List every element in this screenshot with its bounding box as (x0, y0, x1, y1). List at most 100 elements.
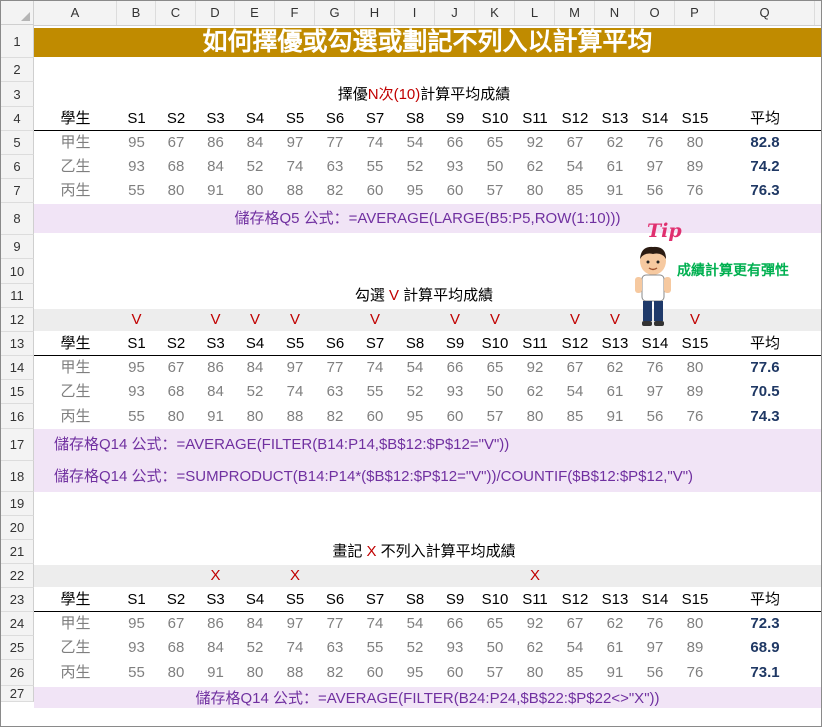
row-header-12[interactable]: 12 (1, 308, 34, 332)
table-header-cell[interactable]: S9 (435, 332, 475, 356)
table-header-cell[interactable]: S5 (275, 107, 315, 131)
score-cell[interactable]: 63 (315, 380, 355, 404)
table-header-cell[interactable]: S11 (515, 107, 555, 131)
score-cell[interactable]: 80 (235, 660, 275, 686)
score-cell[interactable]: 65 (475, 612, 515, 636)
row-header-9[interactable]: 9 (1, 235, 34, 259)
table-header-cell[interactable]: S12 (555, 332, 595, 356)
score-cell[interactable]: 82 (315, 660, 355, 686)
table-header-cell[interactable]: S1 (117, 332, 156, 356)
table-header-cell[interactable]: S9 (435, 588, 475, 612)
score-cell[interactable]: 67 (156, 612, 196, 636)
score-cell[interactable]: 93 (117, 155, 156, 179)
table-header-cell[interactable]: S5 (275, 588, 315, 612)
score-cell[interactable]: 95 (117, 612, 156, 636)
student-name[interactable]: 丙生 (34, 660, 117, 686)
score-cell[interactable]: 80 (675, 612, 715, 636)
score-cell[interactable]: 77 (315, 356, 355, 380)
score-cell[interactable]: 97 (275, 131, 315, 155)
score-cell[interactable]: 89 (675, 380, 715, 404)
table-header-cell[interactable]: S3 (196, 332, 235, 356)
score-cell[interactable]: 80 (515, 404, 555, 429)
check-mark-v[interactable]: V (475, 308, 515, 332)
table-header-cell[interactable]: S5 (275, 332, 315, 356)
score-cell[interactable]: 60 (435, 404, 475, 429)
score-cell[interactable]: 50 (475, 155, 515, 179)
check-mark-v[interactable]: V (435, 308, 475, 332)
score-cell[interactable]: 67 (156, 356, 196, 380)
average-cell[interactable]: 74.3 (715, 404, 815, 429)
score-cell[interactable]: 84 (196, 155, 235, 179)
score-cell[interactable]: 76 (635, 356, 675, 380)
score-cell[interactable]: 60 (355, 179, 395, 203)
score-cell[interactable]: 84 (196, 380, 235, 404)
score-cell[interactable]: 68 (156, 155, 196, 179)
score-cell[interactable]: 52 (235, 380, 275, 404)
table-header-cell[interactable]: S14 (635, 332, 675, 356)
average-cell[interactable]: 68.9 (715, 636, 815, 660)
table-header-cell[interactable]: S13 (595, 107, 635, 131)
table-header-cell[interactable]: S2 (156, 107, 196, 131)
score-cell[interactable]: 80 (156, 179, 196, 203)
score-cell[interactable]: 84 (196, 636, 235, 660)
table-header-cell[interactable]: S9 (435, 107, 475, 131)
score-cell[interactable]: 56 (635, 404, 675, 429)
table-header-cell[interactable]: 學生 (34, 332, 117, 356)
check-mark-v[interactable]: V (675, 308, 715, 332)
table-header-cell[interactable]: S10 (475, 332, 515, 356)
check-mark-v[interactable]: V (196, 308, 235, 332)
column-header-p[interactable]: P (675, 1, 715, 25)
score-cell[interactable]: 67 (555, 131, 595, 155)
column-header-h[interactable]: H (355, 1, 395, 25)
average-cell[interactable]: 77.6 (715, 356, 815, 380)
score-cell[interactable]: 97 (635, 380, 675, 404)
table-header-cell[interactable]: S7 (355, 332, 395, 356)
score-cell[interactable]: 60 (435, 660, 475, 686)
table-header-cell[interactable]: S8 (395, 588, 435, 612)
score-cell[interactable]: 55 (117, 179, 156, 203)
score-cell[interactable]: 95 (395, 660, 435, 686)
table-header-cell[interactable]: S15 (675, 107, 715, 131)
exclude-mark-x[interactable]: X (196, 564, 235, 588)
table-header-cell[interactable]: S3 (196, 588, 235, 612)
score-cell[interactable]: 80 (235, 179, 275, 203)
table-header-cell[interactable]: S12 (555, 588, 595, 612)
score-cell[interactable]: 54 (395, 131, 435, 155)
table-header-cell[interactable]: S10 (475, 107, 515, 131)
score-cell[interactable]: 76 (635, 612, 675, 636)
row-header-23[interactable]: 23 (1, 588, 34, 612)
table-header-cell[interactable]: S7 (355, 107, 395, 131)
row-header-18[interactable]: 18 (1, 461, 34, 492)
score-cell[interactable]: 54 (395, 612, 435, 636)
row-header-25[interactable]: 25 (1, 636, 34, 660)
student-name[interactable]: 甲生 (34, 356, 117, 380)
score-cell[interactable]: 97 (275, 356, 315, 380)
score-cell[interactable]: 89 (675, 155, 715, 179)
score-cell[interactable]: 60 (355, 404, 395, 429)
row-header-27[interactable]: 27 (1, 686, 34, 702)
column-header-q[interactable]: Q (715, 1, 815, 25)
exclude-mark-x[interactable]: X (275, 564, 315, 588)
table-header-cell[interactable]: S6 (315, 332, 355, 356)
score-cell[interactable]: 80 (235, 404, 275, 429)
column-header-j[interactable]: J (435, 1, 475, 25)
table-header-cell[interactable]: S14 (635, 107, 675, 131)
score-cell[interactable]: 61 (595, 636, 635, 660)
column-header-k[interactable]: K (475, 1, 515, 25)
table-header-cell[interactable]: 學生 (34, 107, 117, 131)
score-cell[interactable]: 55 (355, 380, 395, 404)
score-cell[interactable]: 84 (235, 356, 275, 380)
score-cell[interactable]: 63 (315, 155, 355, 179)
column-header-g[interactable]: G (315, 1, 355, 25)
score-cell[interactable]: 95 (117, 131, 156, 155)
row-header-6[interactable]: 6 (1, 155, 34, 179)
score-cell[interactable]: 89 (675, 636, 715, 660)
score-cell[interactable]: 74 (355, 612, 395, 636)
table-header-cell[interactable]: S2 (156, 588, 196, 612)
score-cell[interactable]: 95 (117, 356, 156, 380)
score-cell[interactable]: 55 (117, 660, 156, 686)
score-cell[interactable]: 77 (315, 131, 355, 155)
score-cell[interactable]: 67 (555, 612, 595, 636)
score-cell[interactable]: 56 (635, 179, 675, 203)
column-header-d[interactable]: D (196, 1, 235, 25)
